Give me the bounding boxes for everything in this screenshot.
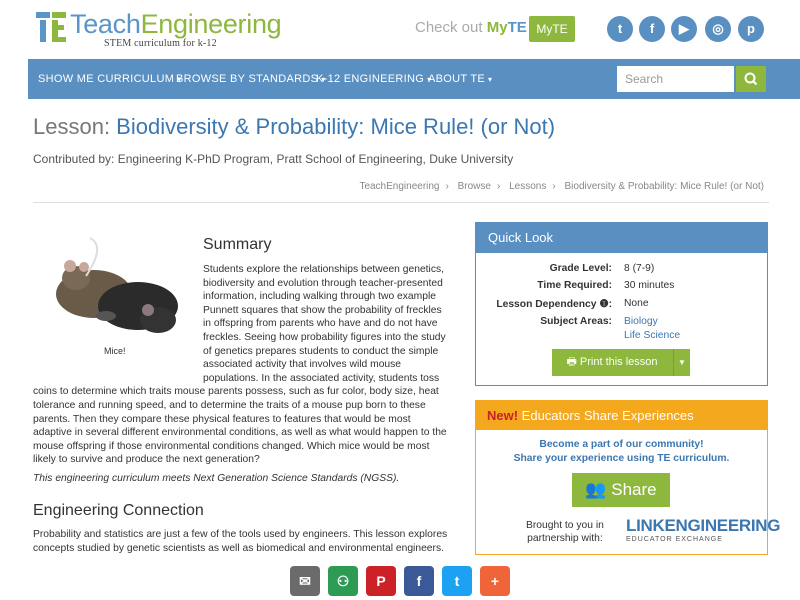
- teachengineering-logo[interactable]: TeachEngineering STEM curriculum for k-1…: [36, 9, 282, 49]
- partnership-text: Brought to you in partnership with:: [526, 520, 604, 544]
- print-options-dropdown[interactable]: ▼: [673, 349, 690, 376]
- breadcrumb-current: Biodiversity & Probability: Mice Rule! (…: [564, 181, 764, 192]
- nav-k12-engineering[interactable]: K-12 ENGINEERING ▾: [316, 59, 431, 99]
- engineering-connection-text: Probability and statistics are just a fe…: [33, 529, 448, 554]
- ngss-note: This engineering curriculum meets Next G…: [33, 473, 400, 484]
- share-experience-button[interactable]: 👥 Share: [572, 473, 670, 507]
- breadcrumb-teachengineering[interactable]: TeachEngineering: [359, 181, 439, 192]
- breadcrumb: TeachEngineering › Browse › Lessons › Biodi…: [359, 181, 764, 192]
- time-required-value: 30 minutes: [624, 280, 675, 291]
- youtube-icon[interactable]: ▶: [671, 16, 697, 42]
- print-lesson-button[interactable]: 🖶 Print this lesson ▼: [552, 349, 690, 376]
- time-required-label: Time Required:: [537, 280, 612, 291]
- divider: [33, 202, 769, 203]
- grade-level-value: 8 (7-9): [624, 263, 655, 274]
- educators-share-panel: New! Educators Share Experiences Become …: [475, 400, 780, 555]
- engineering-connection-heading: Engineering Connection: [33, 502, 204, 519]
- classroom-share-icon[interactable]: ⚇: [328, 566, 358, 596]
- logo-title: TeachEngineering: [70, 9, 282, 39]
- search-button[interactable]: [736, 66, 766, 92]
- breadcrumb-lessons[interactable]: Lessons: [509, 181, 546, 192]
- lesson-dependency-value: None: [624, 298, 649, 309]
- quick-look-heading: Quick Look: [476, 223, 767, 253]
- email-share-icon[interactable]: ✉: [290, 566, 320, 596]
- facebook-icon[interactable]: f: [639, 16, 665, 42]
- site-header: TeachEngineering STEM curriculum for k-1…: [0, 0, 800, 58]
- twitter-share-icon[interactable]: t: [442, 566, 472, 596]
- main-nav: SHOW ME CURRICULUM ▾ BROWSE BY STANDARDS ▾…: [28, 59, 800, 99]
- logo-tagline: STEM curriculum for k-12: [104, 38, 217, 49]
- chevron-down-icon: ▾: [488, 75, 493, 84]
- subject-life-science-link[interactable]: Life Science: [624, 330, 680, 341]
- pinterest-share-icon[interactable]: P: [366, 566, 396, 596]
- share-bar: [0, 562, 800, 600]
- nav-browse-by-standards[interactable]: BROWSE BY STANDARDS ▾: [176, 59, 326, 99]
- linkengineering-logo[interactable]: LINKENGINEERING EDUCATOR EXCHANGE: [626, 516, 780, 543]
- nav-about-te[interactable]: ABOUT TE ▾: [428, 59, 492, 99]
- lesson-dependency-label: Lesson Dependency ❶:: [496, 299, 612, 310]
- twitter-icon[interactable]: t: [607, 16, 633, 42]
- search-icon: [744, 72, 758, 86]
- share-invite-text: Become a part of our community! Share yo…: [513, 439, 730, 464]
- share-panel-heading: New! Educators Share Experiences: [476, 401, 767, 430]
- quick-look-panel: Quick Look Grade Level: 8 (7-9) Time Req…: [475, 222, 768, 386]
- more-share-icon[interactable]: +: [480, 566, 510, 596]
- te-logo-mark-icon: [36, 10, 66, 44]
- caret-down-icon: ▼: [678, 358, 686, 367]
- subject-biology-link[interactable]: Biology: [624, 316, 658, 327]
- checkout-myte-text: Check out MyTE: [415, 19, 527, 36]
- page-title: Lesson: Biodiversity & Probability: Mice…: [33, 114, 556, 139]
- summary-heading: Summary: [203, 236, 272, 253]
- instagram-icon[interactable]: ◎: [705, 16, 731, 42]
- nav-show-me-curriculum[interactable]: SHOW ME CURRICULUM ▾: [38, 59, 182, 99]
- grade-level-label: Grade Level:: [549, 263, 612, 274]
- search-input[interactable]: Search: [617, 66, 734, 92]
- printer-icon: 🖶: [566, 356, 577, 368]
- myte-button[interactable]: MyTE: [529, 16, 575, 42]
- facebook-share-icon[interactable]: f: [404, 566, 434, 596]
- pinterest-icon[interactable]: p: [738, 16, 764, 42]
- summary-text: Students explore the relationships betwe…: [33, 264, 447, 466]
- contributed-by: Contributed by: Engineering K-PhD Progra…: [33, 152, 514, 166]
- info-icon[interactable]: ❶: [599, 299, 608, 310]
- breadcrumb-browse[interactable]: Browse: [458, 181, 491, 192]
- users-icon: 👥: [585, 480, 607, 499]
- subject-areas-label: Subject Areas:: [540, 316, 612, 327]
